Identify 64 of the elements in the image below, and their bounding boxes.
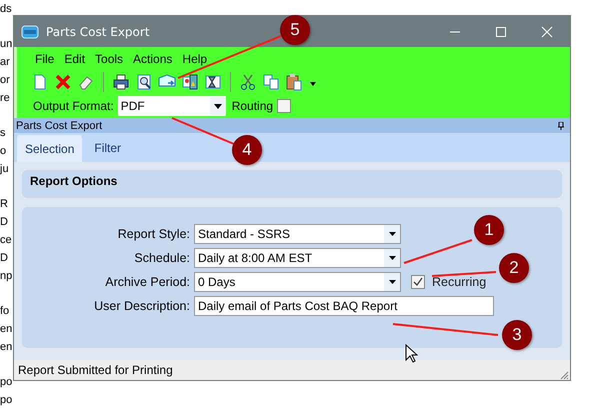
scissors-icon[interactable] xyxy=(239,72,257,90)
background-text: po xyxy=(0,393,12,408)
background-text: or xyxy=(0,73,10,88)
caret-icon[interactable] xyxy=(388,256,396,260)
documents-icon[interactable] xyxy=(181,72,199,90)
output-format-label: Output Format: xyxy=(33,99,114,113)
tab[interactable]: Selection xyxy=(17,135,82,162)
checkbox[interactable] xyxy=(411,275,425,289)
leader-line xyxy=(432,271,496,277)
status-text: Report Submitted for Printing xyxy=(18,363,173,377)
field-label: Archive Period: xyxy=(104,275,190,289)
resize-grip-icon[interactable] xyxy=(560,371,569,380)
background-text: en xyxy=(0,340,12,355)
background-text: un xyxy=(0,37,12,52)
background-text: o xyxy=(0,144,6,159)
close-icon[interactable] xyxy=(541,26,553,38)
background-text: np xyxy=(0,269,12,284)
menu-item[interactable]: File xyxy=(31,52,58,66)
background-text: fo xyxy=(0,304,10,319)
hourglass-icon[interactable] xyxy=(204,72,222,90)
delete-icon[interactable] xyxy=(54,72,72,90)
caret-icon[interactable] xyxy=(214,104,222,108)
menu-item[interactable]: Tools xyxy=(91,52,128,66)
print-preview-icon[interactable] xyxy=(135,72,153,90)
caret-icon[interactable] xyxy=(388,280,396,284)
background-text: ju xyxy=(0,162,9,177)
field-label: Schedule: xyxy=(133,251,190,265)
checkbox-label: Recurring xyxy=(432,275,486,289)
app-icon xyxy=(21,24,39,38)
leader-line xyxy=(172,117,234,145)
output-format-dropdown[interactable]: PDF xyxy=(118,96,226,116)
background-text: ce xyxy=(0,233,12,248)
background-text: s xyxy=(0,126,6,141)
clipboard-icon[interactable] xyxy=(285,72,303,90)
section-title: Report Options xyxy=(30,174,118,188)
dropdown-field[interactable]: Daily at 8:00 AM EST xyxy=(194,248,401,268)
dropdown-field[interactable]: 0 Days xyxy=(194,272,401,292)
menu-item[interactable]: Actions xyxy=(129,52,176,66)
background-text: R xyxy=(0,197,8,212)
copy-icon[interactable] xyxy=(262,72,280,90)
background-text: en xyxy=(0,322,12,337)
routing-label: Routing xyxy=(232,99,274,113)
field-label: User Description: xyxy=(93,299,190,313)
panel-title: Parts Cost Export xyxy=(16,120,102,132)
background-text: D xyxy=(0,215,8,230)
tab[interactable]: Filter xyxy=(86,136,130,160)
background-text: ar xyxy=(0,55,10,70)
background-text: ds xyxy=(0,2,12,17)
printer-icon[interactable] xyxy=(112,72,130,90)
leader-line xyxy=(404,239,472,264)
dropdown-field[interactable]: Standard - SSRS xyxy=(194,224,401,244)
menu-item[interactable]: Edit xyxy=(60,52,90,66)
text-field[interactable]: Daily email of Parts Cost BAQ Report xyxy=(194,296,494,316)
window-title: Parts Cost Export xyxy=(46,24,150,38)
caret-icon[interactable] xyxy=(388,232,396,236)
mouse-cursor-icon xyxy=(405,344,418,363)
pin-icon[interactable] xyxy=(558,122,564,130)
background-text: D xyxy=(0,251,8,266)
background-text: re xyxy=(0,91,10,106)
routing-checkbox[interactable] xyxy=(277,99,292,113)
maximize-icon[interactable] xyxy=(495,26,507,38)
menu-item[interactable]: Help xyxy=(178,52,212,66)
field-label: Report Style: xyxy=(116,227,190,241)
background-text: po xyxy=(0,375,12,390)
